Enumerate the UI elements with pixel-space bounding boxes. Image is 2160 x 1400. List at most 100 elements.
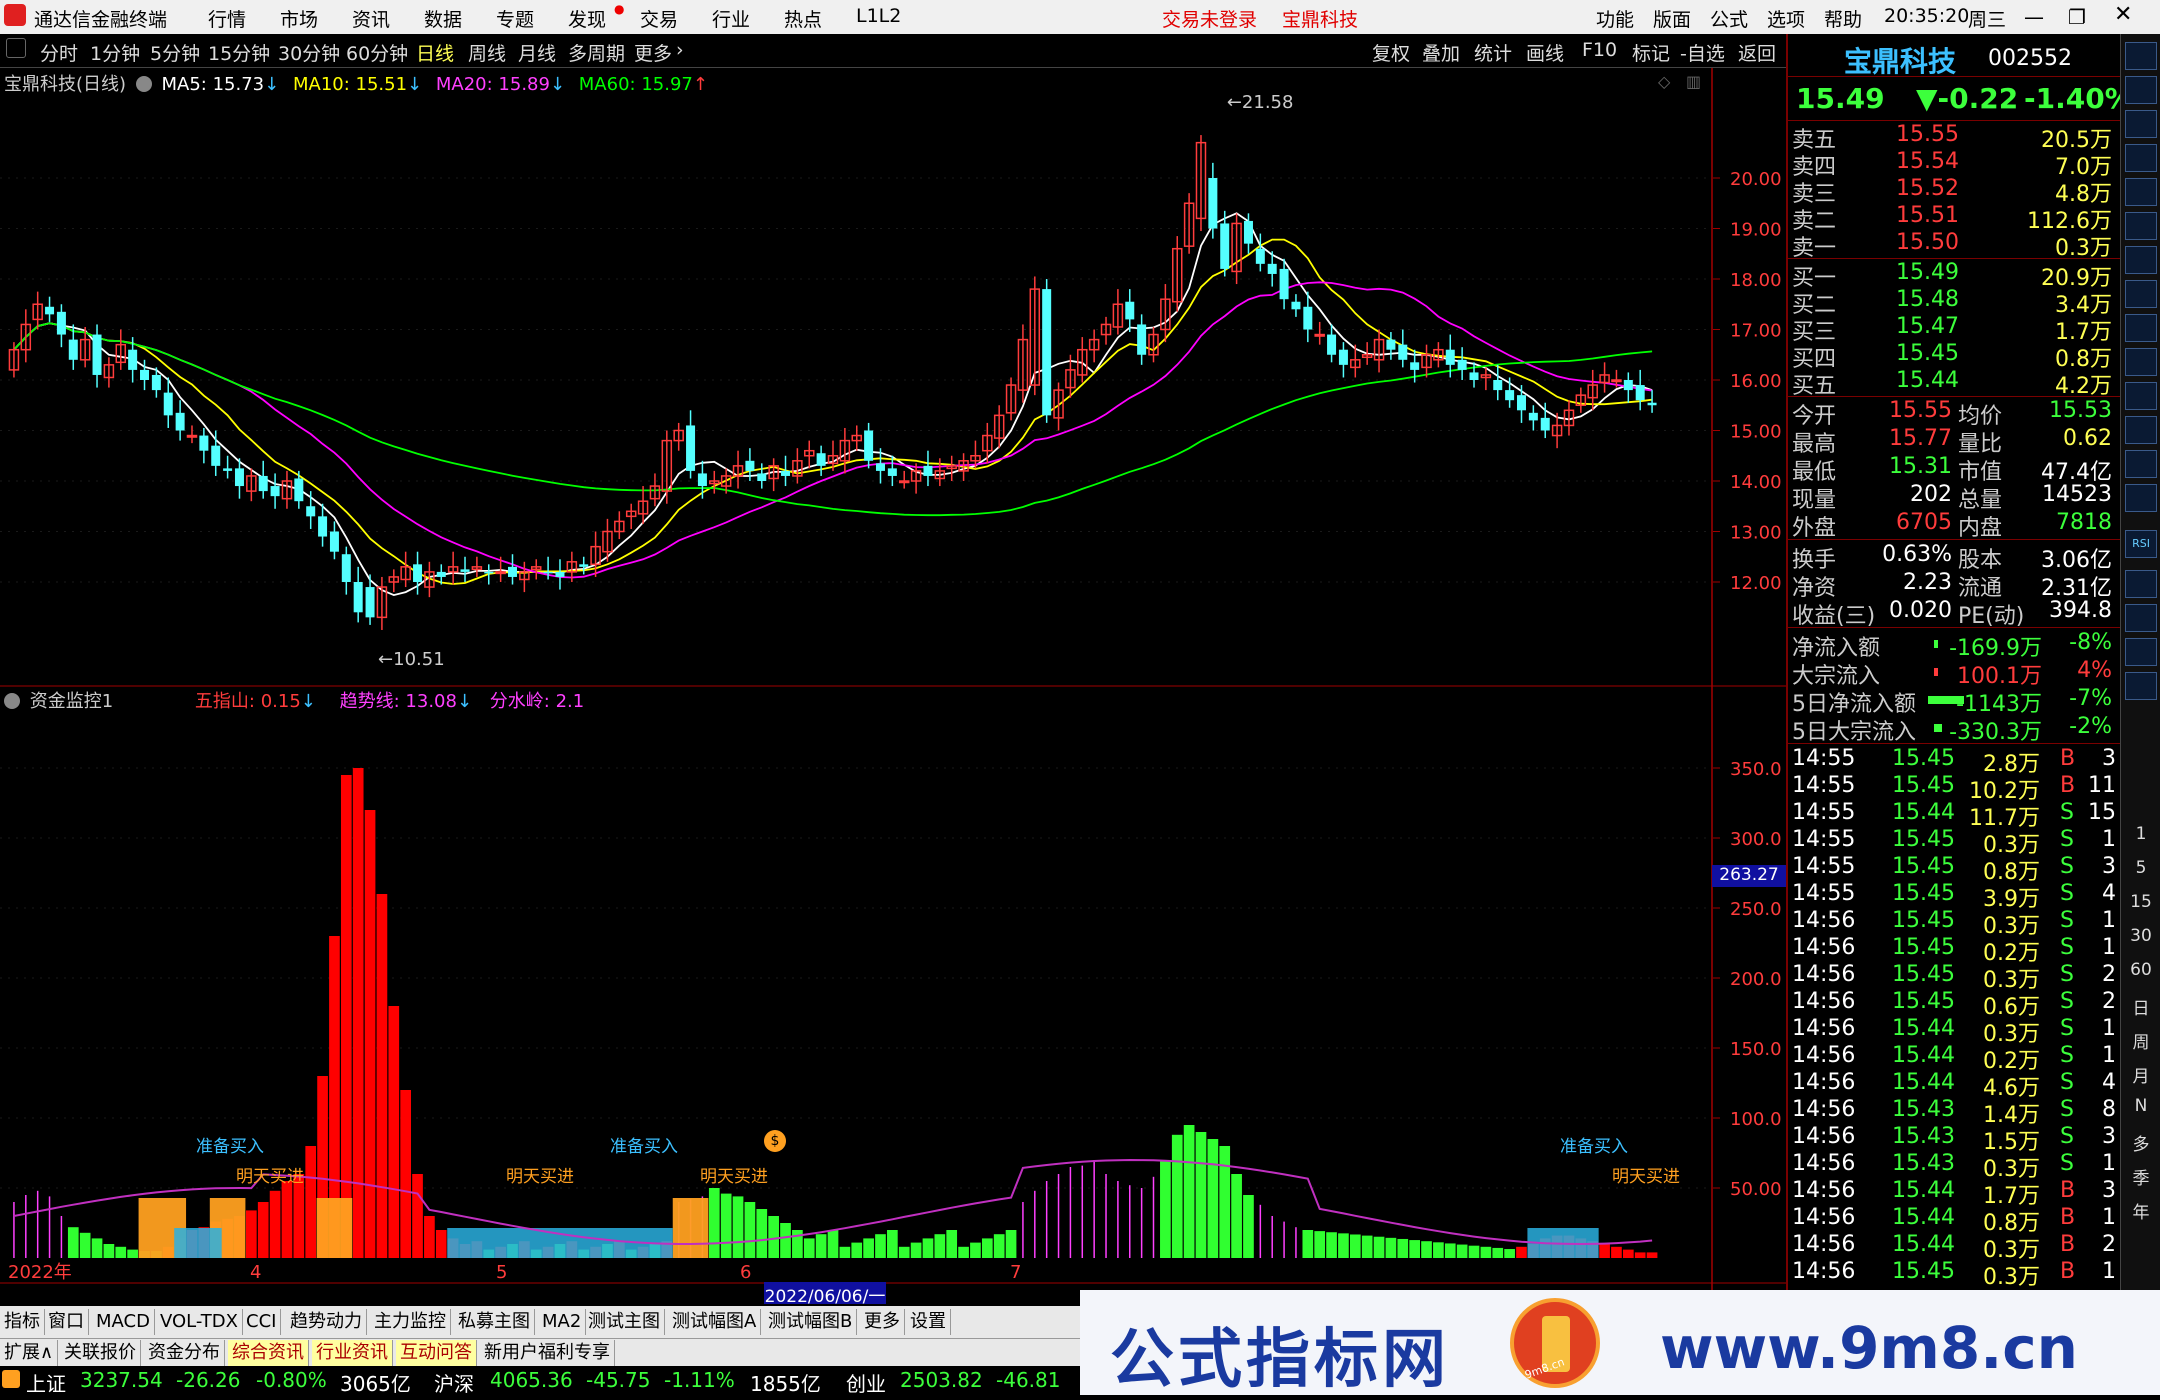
ask-row[interactable]: 卖三 15.52 4.8万 xyxy=(1792,176,2118,207)
period-30min[interactable]: 30分钟 xyxy=(278,39,340,66)
star-icon[interactable] xyxy=(2125,604,2157,632)
tool-fanhui[interactable]: 返回 xyxy=(1738,39,1776,66)
minimize-icon[interactable]: — xyxy=(2024,5,2044,29)
table-icon[interactable] xyxy=(2125,382,2157,410)
ext-hangyezixun[interactable]: 行业资讯 xyxy=(312,1340,393,1366)
login-notice[interactable]: 交易未登录 xyxy=(1162,5,1257,32)
period-1min[interactable]: 1分钟 xyxy=(90,39,140,66)
ask-row[interactable]: 卖二 15.51 112.6万 xyxy=(1792,203,2118,234)
tab-ceshifutua[interactable]: 测试幅图A xyxy=(668,1309,762,1335)
menu-hangqing[interactable]: 行情 xyxy=(208,5,246,32)
bid-row[interactable]: 买二 15.48 3.4万 xyxy=(1792,287,2118,318)
market-icon[interactable] xyxy=(2,1370,20,1388)
tick-row[interactable]: 14:56 15.44 1.7万 B 3 xyxy=(1792,1178,2118,1209)
tick-row[interactable]: 14:55 15.45 3.9万 S 4 xyxy=(1792,881,2118,912)
tick-row[interactable]: 14:56 15.44 0.3万 B 2 xyxy=(1792,1232,2118,1263)
bid-row[interactable]: 买一 15.49 20.9万 xyxy=(1792,260,2118,291)
tick-row[interactable]: 14:56 15.43 0.3万 S 1 xyxy=(1792,1151,2118,1182)
side-period-1[interactable]: 5 xyxy=(2121,858,2160,878)
stat-row[interactable]: 最低 15.31 市值 47.4亿 xyxy=(1792,454,2118,485)
menu-gongshi[interactable]: 公式 xyxy=(1710,5,1748,32)
tick-row[interactable]: 14:56 15.45 0.3万 S 2 xyxy=(1792,962,2118,993)
refresh-icon[interactable] xyxy=(2125,672,2157,700)
tick-row[interactable]: 14:56 15.45 0.3万 S 1 xyxy=(1792,908,2118,939)
menu-hangye[interactable]: 行业 xyxy=(712,5,750,32)
restore-icon[interactable]: ❐ xyxy=(2068,5,2086,29)
tick-row[interactable]: 14:56 15.44 0.3万 S 1 xyxy=(1792,1016,2118,1047)
ext-fuli[interactable]: 新用户福利专享 xyxy=(480,1340,615,1366)
side-period-5[interactable]: 日 xyxy=(2121,994,2160,1019)
toggle-icon[interactable] xyxy=(6,38,26,58)
tab-shezhi[interactable]: 设置 xyxy=(906,1309,951,1335)
menu-jiaoyi[interactable]: 交易 xyxy=(640,5,678,32)
side-period-9[interactable]: 多 xyxy=(2121,1130,2160,1155)
stat-row[interactable]: 换手 0.63% 股本 3.06亿 xyxy=(1792,542,2118,573)
tool-tongji[interactable]: 统计 xyxy=(1474,39,1512,66)
flow-row[interactable]: 5日大宗流入 -330.3万 -2% xyxy=(1792,714,2118,745)
tab-ceshizhutu[interactable]: 测试主图 xyxy=(584,1309,665,1335)
grid-icon[interactable] xyxy=(2125,314,2157,342)
ext-zijinfenbu[interactable]: 资金分布 xyxy=(144,1340,225,1366)
stat-row[interactable]: 最高 15.77 量比 0.62 xyxy=(1792,426,2118,457)
tab-ma2[interactable]: MA2 xyxy=(538,1309,587,1335)
pen-icon[interactable] xyxy=(2125,570,2157,598)
close-icon[interactable]: ✕ xyxy=(2114,2,2132,27)
panel-toggle-icon[interactable]: ▥ xyxy=(1686,72,1701,91)
period-daily[interactable]: 日线 xyxy=(416,39,454,66)
tick-row[interactable]: 14:55 15.44 11.7万 S 15 xyxy=(1792,800,2118,831)
period-weekly[interactable]: 周线 xyxy=(468,39,506,66)
tick-row[interactable]: 14:55 15.45 2.8万 B 3 xyxy=(1792,746,2118,777)
chart-area[interactable]: 20.00 19.00 18.00 17.00 16.00 15.00 14.00 13.00… xyxy=(0,68,1786,1290)
period-monthly[interactable]: 月线 xyxy=(518,39,556,66)
period-multi[interactable]: 多周期 xyxy=(568,39,625,66)
stat-row[interactable]: 收益(三) 0.020 PE(动) 394.8 xyxy=(1792,598,2118,629)
tab-chuangkou[interactable]: 窗口 xyxy=(44,1309,89,1335)
menu-zixun[interactable]: 资讯 xyxy=(352,5,390,32)
ask-row[interactable]: 卖五 15.55 20.5万 xyxy=(1792,122,2118,153)
menu-bangzhu[interactable]: 帮助 xyxy=(1824,5,1862,32)
menu-shichang[interactable]: 市场 xyxy=(280,5,318,32)
tab-zhulijiankong[interactable]: 主力监控 xyxy=(370,1309,451,1335)
search-icon[interactable] xyxy=(2125,42,2157,70)
tab-zhibiao[interactable]: 指标 xyxy=(0,1309,45,1335)
tab-vol-tdx[interactable]: VOL-TDX xyxy=(156,1309,243,1335)
tab-simuzhutu[interactable]: 私募主图 xyxy=(454,1309,535,1335)
settings-icon[interactable] xyxy=(135,76,152,92)
menu-faxian[interactable]: 发现 xyxy=(568,5,606,32)
bar-icon[interactable] xyxy=(2125,280,2157,308)
period-5min[interactable]: 5分钟 xyxy=(150,39,200,66)
layers-icon[interactable] xyxy=(2125,450,2157,478)
up-arrow-icon[interactable] xyxy=(2125,76,2157,104)
period-15min[interactable]: 15分钟 xyxy=(208,39,270,66)
ext-hudongwenda[interactable]: 互动问答 xyxy=(396,1340,477,1366)
flow-row[interactable]: 大宗流入 100.1万 4% xyxy=(1792,658,2118,689)
side-period-2[interactable]: 15 xyxy=(2121,892,2160,912)
f10-icon[interactable] xyxy=(2125,348,2157,376)
stat-row[interactable]: 现量 202 总量 14523 xyxy=(1792,482,2118,513)
menu-redian[interactable]: 热点 xyxy=(784,5,822,32)
tick-row[interactable]: 14:56 15.45 0.6万 S 2 xyxy=(1792,989,2118,1020)
tab-ceshifutub[interactable]: 测试幅图B xyxy=(764,1309,858,1335)
tab-qushidongli[interactable]: 趋势动力 xyxy=(286,1309,367,1335)
period-60min[interactable]: 60分钟 xyxy=(346,39,408,66)
tool-fuquan[interactable]: 复权 xyxy=(1372,39,1410,66)
bid-row[interactable]: 买四 15.45 0.8万 xyxy=(1792,341,2118,372)
stat-row[interactable]: 今开 15.55 均价 15.53 xyxy=(1792,398,2118,429)
tool-huaxian[interactable]: 画线 xyxy=(1526,39,1564,66)
menu-xuanxiang[interactable]: 选项 xyxy=(1767,5,1805,32)
tick-row[interactable]: 14:56 15.43 1.4万 S 8 xyxy=(1792,1097,2118,1128)
side-period-7[interactable]: 月 xyxy=(2121,1062,2160,1087)
side-period-8[interactable]: N xyxy=(2121,1096,2160,1116)
menu-zhuanti[interactable]: 专题 xyxy=(496,5,534,32)
tool-biaoji[interactable]: 标记 xyxy=(1632,39,1670,66)
chart-icon[interactable] xyxy=(2125,144,2157,172)
ext-guanlianbaojia[interactable]: 关联报价 xyxy=(60,1340,141,1366)
tick-row[interactable]: 14:56 15.44 0.2万 S 1 xyxy=(1792,1043,2118,1074)
side-period-10[interactable]: 季 xyxy=(2121,1164,2160,1189)
diamond-icon[interactable]: ◇ xyxy=(1658,72,1670,91)
tool-diejia[interactable]: 叠加 xyxy=(1422,39,1460,66)
bid-row[interactable]: 买三 15.47 1.7万 xyxy=(1792,314,2118,345)
side-period-4[interactable]: 60 xyxy=(2121,960,2160,980)
side-period-11[interactable]: 年 xyxy=(2121,1198,2160,1223)
move-icon[interactable] xyxy=(2125,638,2157,666)
